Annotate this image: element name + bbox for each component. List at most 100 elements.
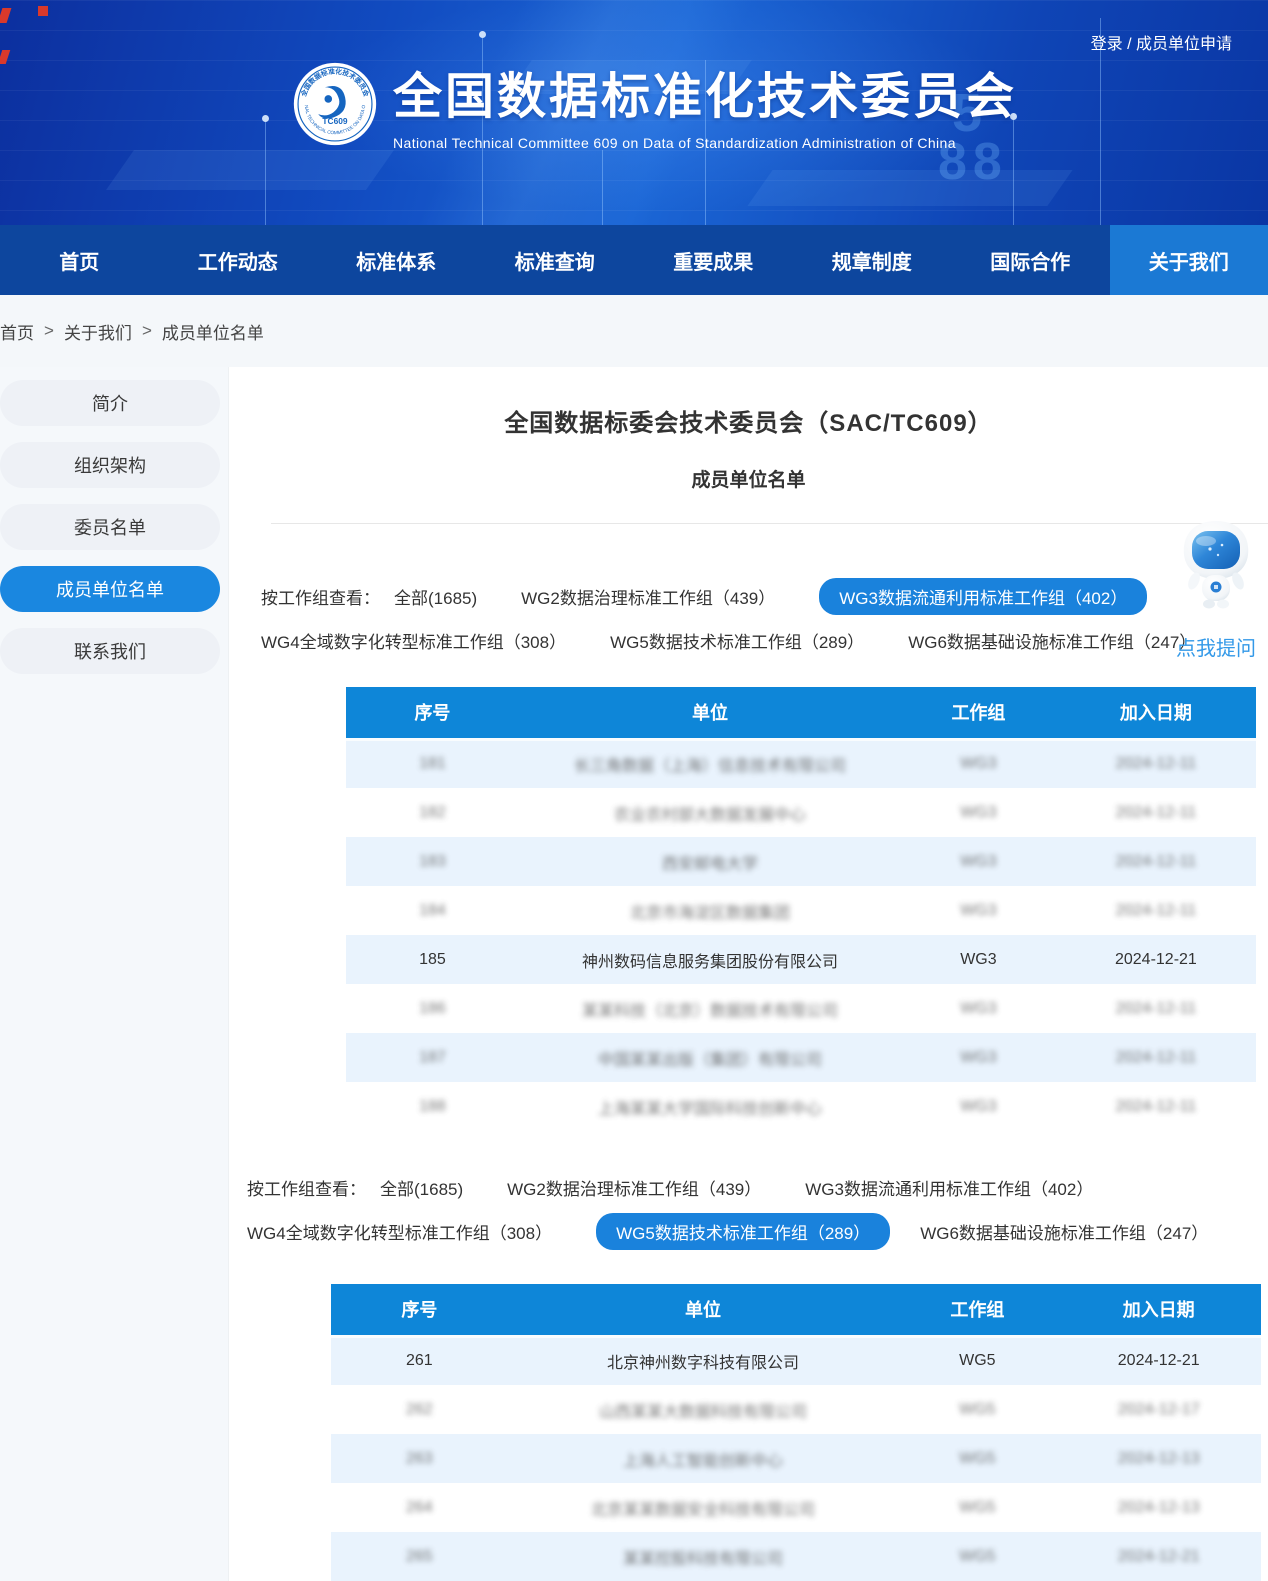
cell-org: 上海某某大学国际科技创新中心 [598, 1101, 822, 1118]
nav-item-standard-search[interactable]: 标准查询 [476, 225, 635, 295]
member-table-wg3: 序号 单位 工作组 加入日期 181 长三角数据（上海）信息技术有限公司 WG3… [346, 687, 1256, 1131]
breadcrumb-about[interactable]: 关于我们 [64, 319, 132, 344]
filter-option-wg4[interactable]: WG4全域数字化转型标准工作组（308） [247, 1219, 552, 1244]
nav-item-work-news[interactable]: 工作动态 [159, 225, 318, 295]
nav-item-achievements[interactable]: 重要成果 [634, 225, 793, 295]
nav-item-about-us[interactable]: 关于我们 [1110, 225, 1268, 295]
assistant-label[interactable]: 点我提问 [1168, 632, 1264, 661]
cell-org: 北京市海淀区数据集团 [630, 905, 790, 922]
filter-option-wg5[interactable]: WG5数据技术标准工作组（289） [596, 1213, 890, 1250]
filter-option-wg2[interactable]: WG2数据治理标准工作组（439） [507, 1175, 761, 1200]
breadcrumb-current: 成员单位名单 [162, 319, 264, 344]
cell-seq: 187 [419, 1049, 446, 1066]
banner-decoration [747, 170, 1072, 206]
nav-item-home[interactable]: 首页 [0, 225, 159, 295]
table-row: 185 神州数码信息服务集团股份有限公司 WG3 2024-12-21 [346, 935, 1256, 984]
sidebar-item-org-structure[interactable]: 组织架构 [0, 442, 220, 488]
main-nav: 首页 工作动态 标准体系 标准查询 重要成果 规章制度 国际合作 关于我们 [0, 225, 1268, 295]
banner-decoration [0, 8, 11, 23]
filter-option-wg3[interactable]: WG3数据流通利用标准工作组（402） [819, 578, 1147, 615]
sidebar-item-intro[interactable]: 简介 [0, 380, 220, 426]
table-row: 264 北京某某数据安全科技有限公司 WG5 2024-12-13 [331, 1483, 1261, 1532]
banner-decoration [106, 150, 394, 190]
assistant-robot-icon [1174, 519, 1258, 611]
cell-group: WG3 [960, 804, 996, 821]
table-row: 181 长三角数据（上海）信息技术有限公司 WG3 2024-12-11 [346, 739, 1256, 788]
content-panel: 全国数据标委会技术委员会（SAC/TC609） 成员单位名单 [228, 367, 1268, 1581]
table-row: 187 中国某某出版（集团）有限公司 WG3 2024-12-11 [346, 1033, 1256, 1082]
page-subtitle: 成员单位名单 [229, 465, 1268, 492]
nav-item-regulations[interactable]: 规章制度 [793, 225, 952, 295]
filter-option-all[interactable]: 全部(1685) [380, 1175, 463, 1200]
cell-seq: 265 [406, 1548, 433, 1565]
banner-decoration [0, 50, 10, 64]
cell-org: 某某控股科技有限公司 [623, 1551, 783, 1568]
banner-decoration [38, 6, 48, 16]
cell-seq: 264 [406, 1499, 433, 1516]
cell-date: 2024-12-13 [1118, 1450, 1200, 1467]
table-header-row: 序号 单位 工作组 加入日期 [346, 687, 1256, 739]
cell-org: 农业农村部大数据发展中心 [614, 807, 806, 824]
col-header-date: 加入日期 [1056, 1284, 1261, 1336]
table-row: 188 上海某某大学国际科技创新中心 WG3 2024-12-11 [346, 1082, 1256, 1131]
breadcrumb-separator: > [44, 321, 54, 341]
table-row: 183 西安邮电大学 WG3 2024-12-11 [346, 837, 1256, 886]
committee-logo[interactable]: 全国数据标准化技术委员会 NATIONAL TECHNICAL COMMITTE… [293, 62, 377, 146]
sidebar-item-committee-list[interactable]: 委员名单 [0, 504, 220, 550]
login-link[interactable]: 登录 / 成员单位申请 [1091, 30, 1232, 54]
cell-seq: 261 [406, 1352, 433, 1369]
cell-date: 2024-12-11 [1116, 853, 1197, 870]
nav-item-international[interactable]: 国际合作 [951, 225, 1110, 295]
filter-option-wg6[interactable]: WG6数据基础设施标准工作组（247） [908, 628, 1196, 653]
table-header-row: 序号 单位 工作组 加入日期 [331, 1284, 1261, 1336]
banner-decoration [602, 150, 603, 225]
filter-option-all[interactable]: 全部(1685) [394, 584, 477, 609]
cell-org: 神州数码信息服务集团股份有限公司 [582, 954, 838, 971]
cell-group: WG3 [960, 1049, 996, 1066]
cell-group: WG3 [960, 951, 996, 968]
col-header-org: 单位 [519, 687, 901, 739]
nav-item-standard-system[interactable]: 标准体系 [317, 225, 476, 295]
header-banner: 5 88 登录 / 成员单位申请 全国数据标准化技术委员会 NATIONAL T… [0, 0, 1268, 225]
filter-option-wg5[interactable]: WG5数据技术标准工作组（289） [610, 628, 864, 653]
table-row: 182 农业农村部大数据发展中心 WG3 2024-12-11 [346, 788, 1256, 837]
cell-group: WG5 [959, 1401, 995, 1418]
cell-seq: 185 [419, 951, 446, 968]
sidebar-item-contact-us[interactable]: 联系我们 [0, 628, 220, 674]
cell-group: WG3 [960, 755, 996, 772]
col-header-group: 工作组 [898, 1284, 1056, 1336]
cell-group: WG5 [959, 1548, 995, 1565]
banner-decoration [265, 122, 266, 225]
cell-seq: 262 [406, 1401, 433, 1418]
cell-date: 2024-12-11 [1116, 902, 1197, 919]
cell-group: WG3 [960, 1098, 996, 1115]
filter-option-wg3[interactable]: WG3数据流通利用标准工作组（402） [805, 1175, 1093, 1200]
cell-org: 长三角数据（上海）信息技术有限公司 [574, 758, 846, 775]
breadcrumb: 首页 > 关于我们 > 成员单位名单 [0, 295, 1268, 367]
cell-date: 2024-12-17 [1118, 1401, 1200, 1418]
col-header-seq: 序号 [346, 687, 519, 739]
filter-option-wg6[interactable]: WG6数据基础设施标准工作组（247） [920, 1219, 1208, 1244]
cell-date: 2024-12-21 [1118, 1352, 1200, 1369]
filter-option-wg4[interactable]: WG4全域数字化转型标准工作组（308） [261, 628, 566, 653]
table-row: 186 某某科技（北京）数据技术有限公司 WG3 2024-12-11 [346, 984, 1256, 1033]
col-header-org: 单位 [508, 1284, 899, 1336]
page-title: 全国数据标委会技术委员会（SAC/TC609） [229, 403, 1268, 438]
filter-label: 按工作组查看： [261, 584, 380, 609]
filter-option-wg2[interactable]: WG2数据治理标准工作组（439） [521, 584, 775, 609]
breadcrumb-separator: > [142, 321, 152, 341]
breadcrumb-home[interactable]: 首页 [0, 319, 34, 344]
col-header-group: 工作组 [901, 687, 1056, 739]
cell-date: 2024-12-13 [1118, 1499, 1200, 1516]
cell-org: 上海人工智能创新中心 [623, 1453, 783, 1470]
cell-org: 西安邮电大学 [662, 856, 758, 873]
cell-seq: 186 [419, 1000, 446, 1017]
sidebar-item-member-units[interactable]: 成员单位名单 [0, 566, 220, 612]
cell-seq: 184 [419, 902, 446, 919]
cell-date: 2024-12-11 [1116, 755, 1197, 772]
cell-seq: 188 [419, 1098, 446, 1115]
filter-block-wg5: 按工作组查看： 全部(1685) WG2数据治理标准工作组（439） WG3数据… [247, 1175, 1268, 1250]
assistant-widget[interactable]: 点我提问 [1168, 519, 1264, 661]
cell-org: 北京某某数据安全科技有限公司 [591, 1502, 815, 1519]
site-title: 全国数据标准化技术委员会 [393, 57, 1017, 128]
